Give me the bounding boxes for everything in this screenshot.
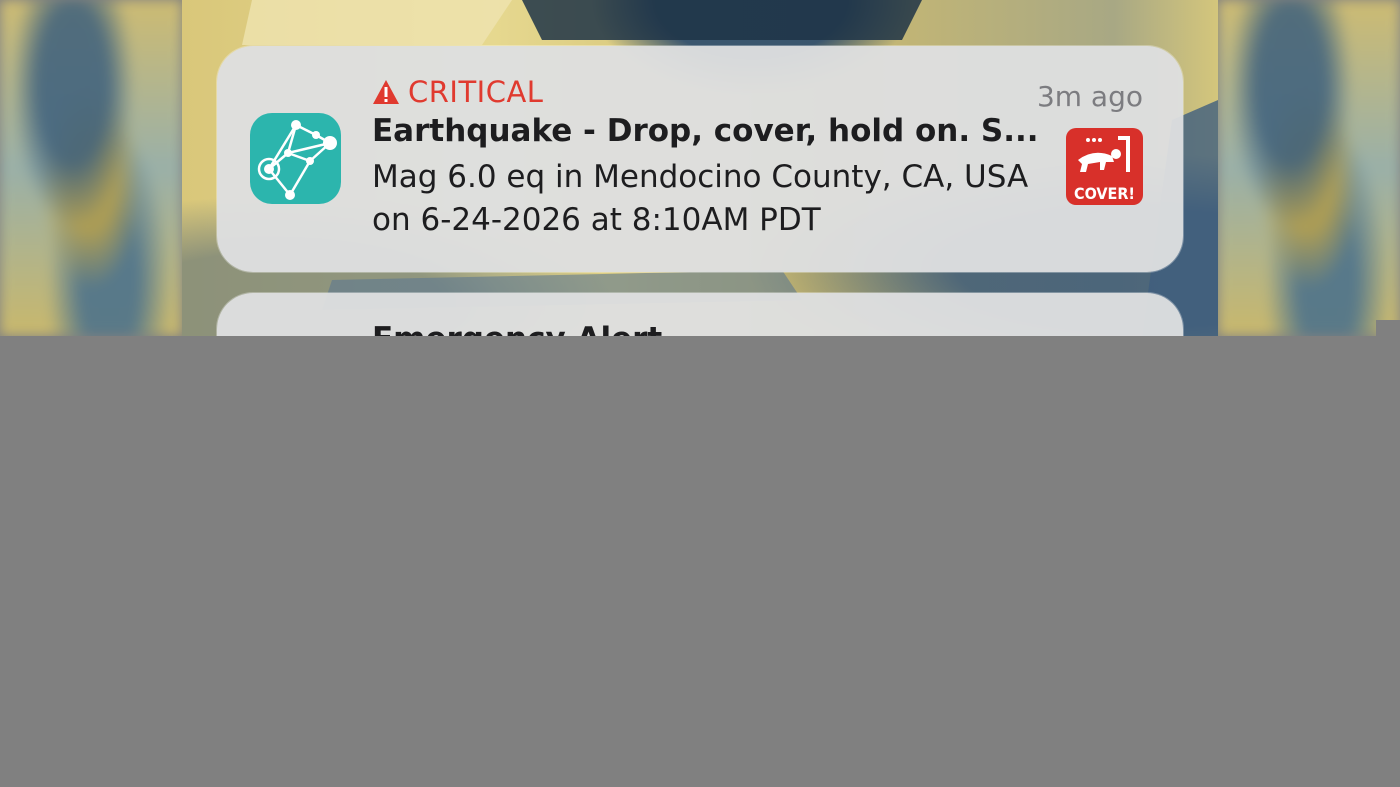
cover-label: COVER! [1074,184,1135,203]
redacted-corner [1376,320,1400,340]
redacted-area [0,336,1400,787]
network-nodes-icon [250,113,341,204]
notification-title: Earthquake - Drop, cover, hold on. S... [372,113,1039,149]
second-notification-title: Emergency Alert [372,321,662,336]
notification-body: Mag 6.0 eq in Mendocino County, CA, USA … [372,159,1029,238]
notification-time: 3m ago [1036,80,1143,113]
critical-text: CRITICAL [408,75,544,109]
emergency-alert-notification[interactable]: Emergency Alert [217,293,1183,336]
critical-label: CRITICAL [372,74,543,110]
warning-triangle-icon [373,80,399,104]
crouching-person-icon [1078,136,1130,172]
cover-thumbnail: COVER! [1066,128,1143,205]
critical-earthquake-notification[interactable]: CRITICAL 3m ago Earthquake - Drop, cover… [217,46,1183,272]
